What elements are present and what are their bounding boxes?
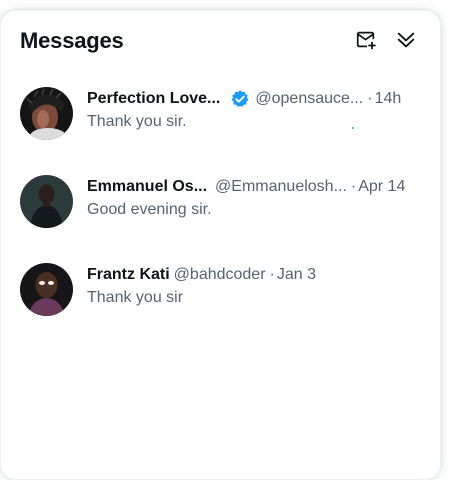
sender-handle: @Emmanuelosh... xyxy=(215,178,347,195)
conversation-item[interactable]: Frantz Kati @bahdcoder · Jan 3 Thank you si… xyxy=(1,259,440,331)
drawer-title: Messages xyxy=(20,28,124,53)
sender-name: Emmanuel Os... xyxy=(87,178,208,195)
message-preview: Thank you sir. xyxy=(87,113,187,130)
sender-name: Perfection Love... xyxy=(87,90,221,107)
drawer-header[interactable]: Messages xyxy=(1,11,440,67)
sender-handle: @opensauce... xyxy=(255,90,364,107)
sender-handle: @bahdcoder xyxy=(173,266,266,283)
new-message-icon xyxy=(356,31,376,50)
message-preview: Good evening sir. xyxy=(87,201,212,218)
double-chevron-down-icon xyxy=(397,32,415,48)
conversation-header: Frantz Kati @bahdcoder · Jan 3 xyxy=(87,264,428,286)
avatar[interactable] xyxy=(20,87,73,140)
conversation-header: Perfection Love... @opensauce... · 14h xyxy=(87,88,428,110)
conversation-item[interactable]: Perfection Love... @opensauce... · 14h Tha… xyxy=(1,83,440,155)
avatar[interactable] xyxy=(20,263,73,316)
message-date: Jan 3 xyxy=(276,266,316,283)
new-message-button[interactable] xyxy=(354,28,378,52)
collapse-drawer-button[interactable] xyxy=(394,28,418,52)
conversation-header: Emmanuel Os... @Emmanuelosh... · Apr 14 xyxy=(87,176,428,198)
separator-dot: · xyxy=(367,90,373,107)
message-date: 14h xyxy=(374,90,402,107)
sender-name: Frantz Kati xyxy=(87,266,170,283)
verified-badge-icon xyxy=(232,90,249,107)
avatar[interactable] xyxy=(20,175,73,228)
message-preview: Thank you sir xyxy=(87,289,184,306)
separator-dot: · xyxy=(350,178,357,195)
unread-dot xyxy=(352,127,354,129)
messages-drawer: Messages Perfection Love... @opensauce..… xyxy=(0,10,441,480)
conversation-item[interactable]: Emmanuel Os... @Emmanuelosh... · Apr 14 Goo… xyxy=(1,171,440,243)
message-date: Apr 14 xyxy=(358,178,406,195)
separator-dot: · xyxy=(269,266,275,283)
